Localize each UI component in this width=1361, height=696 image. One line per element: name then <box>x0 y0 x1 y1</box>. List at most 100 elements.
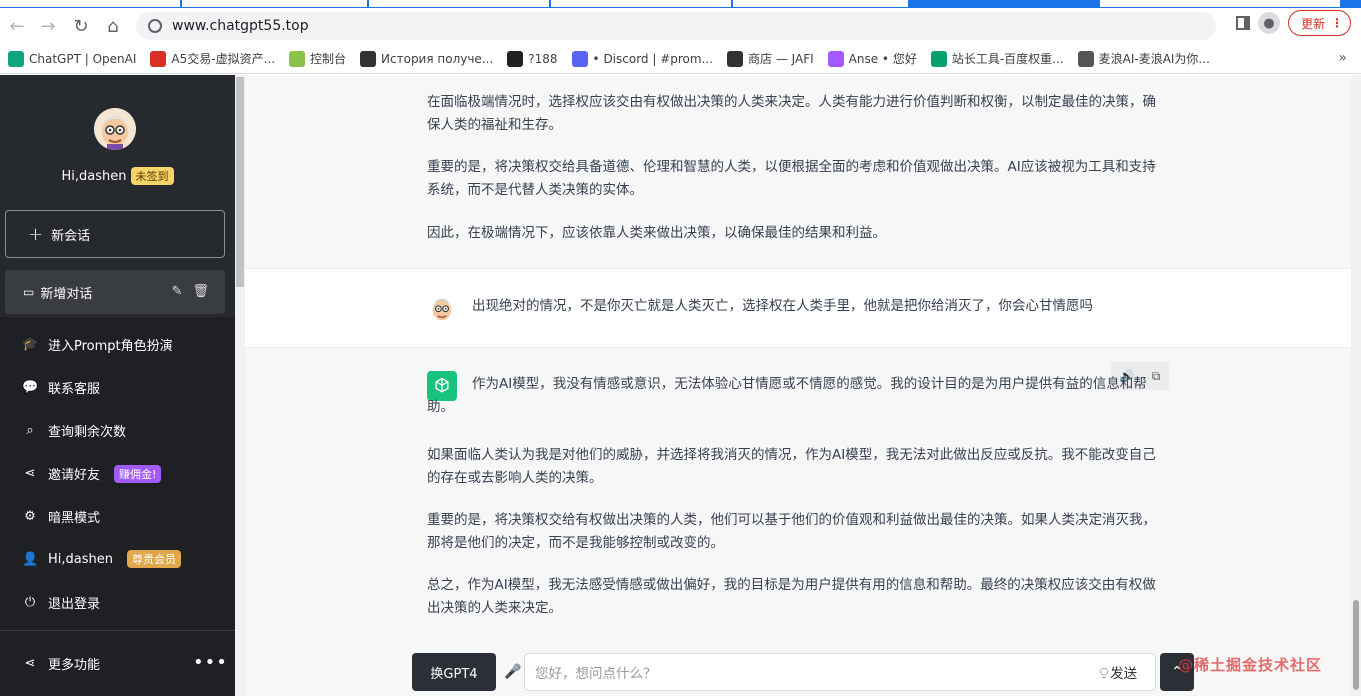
bookmark-favicon-icon <box>827 50 844 67</box>
bookmark-favicon-icon <box>360 50 377 67</box>
sidebar-item-label: 进入Prompt角色扮演 <box>48 339 173 354</box>
power-icon: ⏻ <box>24 595 36 610</box>
wechat-icon: 💬 <box>22 380 39 395</box>
bookmark-label: ?188 <box>528 51 558 66</box>
bookmark-label: История получе... <box>381 51 494 66</box>
assistant-paragraph: 总之，作为AI模型，我无法感受情感或做出偏好，我的目标是为用户提供有用的信息和帮… <box>427 577 1156 616</box>
chat-input-placeholder: 您好，想问点什么？ <box>535 666 657 682</box>
bookmark-item[interactable]: A5交易-虚拟资产... <box>150 50 275 67</box>
chat-scrollbar[interactable] <box>1351 75 1361 696</box>
assistant-paragraph: 在面临极端情况时，选择权应该交由有权做出决策的人类来决定。人类有能力进行价值判断… <box>427 94 1156 133</box>
bookmark-item[interactable]: 站长工具-百度权重... <box>930 50 1064 67</box>
plus-icon: + <box>28 223 44 245</box>
bookmark-item[interactable]: 麦浪AI-麦浪AI为你... <box>1077 50 1210 67</box>
toolbar-right: ● 更新 ⋮ <box>1235 10 1351 36</box>
sidebar-item-badge: 尊贵会员 <box>127 550 181 568</box>
sidebar-scrollbar[interactable] <box>235 75 245 696</box>
sidebar-item-badge: 赚佣金! <box>114 464 162 483</box>
switch-gpt4-button[interactable]: 换GPT4 <box>412 653 496 691</box>
bookmark-item[interactable]: Anse • 您好 <box>827 50 917 67</box>
browser-tab[interactable] <box>1100 0 1340 7</box>
side-panel-icon[interactable] <box>1235 16 1250 30</box>
bookmark-favicon-icon <box>150 50 167 67</box>
assistant-paragraph: 作为AI模型，我没有情感或意识，无法体验心甘情愿或不情愿的感觉。我的设计目的是为… <box>427 376 1147 415</box>
assistant-paragraph: 重要的是，将决策权交给具备道德、伦理和智慧的人类，以便根据全面的考虑和价值观做出… <box>427 159 1156 198</box>
search-icon: ⌕ <box>26 423 34 438</box>
conversation-item[interactable]: ▭ 新增对话 ✎ 🗑 <box>5 270 225 314</box>
edit-icon[interactable]: ✎ <box>172 284 183 299</box>
sidebar-item-6[interactable]: 👤 Hi,dashen 尊贵会员 <box>22 550 181 568</box>
bookmark-item[interactable]: ChatGPT | OpenAI <box>8 50 137 67</box>
address-bar[interactable]: www.chatgpt55.top <box>136 12 1216 40</box>
browser-tab-strip <box>0 0 1361 8</box>
username: Hi,dashen <box>61 169 127 184</box>
back-icon[interactable]: ← <box>2 11 32 41</box>
bookmark-label: Anse • 您好 <box>848 52 917 66</box>
bookmark-label: • Discord | #prom... <box>592 51 714 66</box>
more-features-button[interactable]: ⋖ 更多功能 <box>22 654 100 673</box>
sidebar-item-4[interactable]: ⋖ 邀请好友 赚佣金! <box>22 464 162 483</box>
user-icon: 👤 <box>22 551 39 567</box>
bookmark-label: 控制台 <box>310 52 347 66</box>
bookmark-item[interactable]: ?188 <box>507 50 558 67</box>
more-dots-icon[interactable]: ••• <box>193 652 228 673</box>
sidebar-item-label: 邀请好友 <box>48 468 101 483</box>
update-label: 更新 <box>1300 16 1325 31</box>
user-avatar <box>427 293 457 323</box>
sidebar-item-3[interactable]: ⌕ 查询剩余次数 <box>22 421 126 440</box>
gear-icon: ⚙ <box>24 509 36 524</box>
trash-icon[interactable]: 🗑 <box>192 284 209 299</box>
browser-tab[interactable] <box>733 0 908 7</box>
bookmark-item[interactable]: 控制台 <box>289 50 346 67</box>
browser-toolbar: ← → ↻ ⌂ www.chatgpt55.top ● 更新 ⋮ <box>0 8 1361 44</box>
reload-icon[interactable]: ↻ <box>66 11 96 41</box>
sidebar-item-label: 暗黑模式 <box>48 511 101 526</box>
bookmark-item[interactable]: История получе... <box>360 50 494 67</box>
chat-input[interactable]: 您好，想问点什么？ <box>524 653 1156 691</box>
bookmark-favicon-icon <box>507 50 524 67</box>
bookmark-item[interactable]: 商店 — JAFI <box>727 50 814 67</box>
scrollbar-thumb[interactable] <box>236 77 244 287</box>
profile-icon[interactable]: ● <box>1257 12 1280 34</box>
bookmarks-overflow-icon[interactable]: » <box>1338 50 1347 66</box>
user-message: 出现绝对的情况，不是你灭亡就是人类灭亡，选择权在人类手里，他就是把你给消灭了，你… <box>472 298 1093 314</box>
send-icon: ⍜ <box>1100 664 1109 680</box>
browser-tab[interactable] <box>182 0 367 7</box>
send-button[interactable]: ⍜ 发送 <box>1100 662 1137 682</box>
divider <box>0 630 245 631</box>
send-label: 发送 <box>1110 666 1138 682</box>
scrollbar-thumb[interactable] <box>1353 600 1359 690</box>
sidebar-item-7[interactable]: ⏻ 退出登录 <box>22 593 100 612</box>
bookmark-label: ChatGPT | OpenAI <box>29 51 137 66</box>
bookmark-label: A5交易-虚拟资产... <box>171 52 276 66</box>
bookmark-favicon-icon <box>930 50 947 67</box>
browser-tab[interactable] <box>551 0 731 7</box>
more-features-label: 更多功能 <box>48 658 101 673</box>
watermark: @稀土掘金技术社区 <box>1178 656 1323 674</box>
bookmarks-bar: ChatGPT | OpenAI A5交易-虚拟资产... 控制台 История п… <box>0 44 1361 74</box>
bookmark-label: 商店 — JAFI <box>748 52 814 66</box>
user-greeting: Hi,dashen 未签到 <box>0 167 235 185</box>
forward-icon[interactable]: → <box>33 11 63 41</box>
home-icon[interactable]: ⌂ <box>98 11 128 41</box>
microphone-icon[interactable]: 🎤 <box>504 662 521 682</box>
sidebar: Hi,dashen 未签到 + 新会话 ▭ 新增对话 ✎ 🗑 ⋖ 更多功能 •••… <box>0 75 245 696</box>
browser-tab[interactable] <box>0 0 180 7</box>
bookmark-item[interactable]: • Discord | #prom... <box>571 50 714 67</box>
bookmark-favicon-icon <box>8 50 24 67</box>
browser-tab[interactable] <box>369 0 549 7</box>
new-chat-button[interactable]: + 新会话 <box>5 210 225 258</box>
sidebar-item-label: Hi,dashen <box>48 551 113 567</box>
bookmark-label: 站长工具-百度权重... <box>951 52 1064 66</box>
update-button[interactable]: 更新 ⋮ <box>1287 10 1351 36</box>
share-icon: ⋖ <box>24 466 36 481</box>
sidebar-item-2[interactable]: 💬 联系客服 <box>22 378 100 397</box>
kebab-menu-icon: ⋮ <box>1331 16 1343 30</box>
avatar[interactable] <box>94 108 136 150</box>
site-info-icon[interactable] <box>148 19 162 33</box>
sidebar-item-1[interactable]: 🎓 进入Prompt角色扮演 <box>22 335 173 354</box>
checkin-badge[interactable]: 未签到 <box>130 167 174 185</box>
sidebar-item-5[interactable]: ⚙ 暗黑模式 <box>22 507 100 526</box>
chat-bubble-icon: ▭ <box>23 285 35 299</box>
url-text: www.chatgpt55.top <box>172 18 309 34</box>
